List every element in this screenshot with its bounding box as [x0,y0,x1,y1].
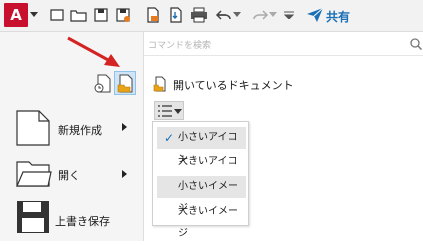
submenu-arrow-icon [122,123,127,131]
menu-item-open-label: 開く [58,169,80,182]
menu-item-new[interactable]: 新規作成 [0,106,143,150]
new-icon[interactable] [47,5,67,25]
quick-access-toolbar: A 共有 [0,0,423,32]
chevron-down-icon [30,12,38,17]
panel-heading: 開いているドキュメント [173,79,294,92]
search-icon[interactable] [410,38,422,50]
menu-item-new-label: 新規作成 [58,124,102,137]
open-icon[interactable] [69,5,89,25]
recent-documents-icon[interactable] [93,72,113,94]
plot-icon[interactable] [189,5,209,25]
new-document-icon [16,110,50,146]
open-documents-heading-icon [153,76,166,92]
menu-item-save-label: 上書き保存 [55,215,110,228]
undo-dropdown-icon[interactable] [232,5,242,25]
menu-item-save[interactable]: 上書き保存 [0,194,143,238]
view-options-menu: ✓ 小さいアイコン 大きいアイコン 小さいイメージ 大きいイメージ [152,121,249,239]
share-icon[interactable] [305,5,325,25]
menu-item-large-icons[interactable]: 大きいアイコン [157,151,246,189]
redo-dropdown-icon[interactable] [268,5,278,25]
chevron-down-icon [174,109,182,114]
search-input[interactable]: コマンドを検索 [148,38,211,51]
view-options-button[interactable] [154,101,184,120]
command-search[interactable]: コマンドを検索 [144,33,423,56]
menu-item-label: 大きいイメージ [178,206,238,239]
app-logo: A [4,3,28,27]
save-icon[interactable] [91,5,111,25]
menu-item-open[interactable]: 開く [0,150,143,194]
folder-icon [16,161,52,187]
menu-item-small-images[interactable]: 小さいイメージ [157,176,246,214]
customize-icon[interactable] [282,5,296,25]
submenu-arrow-icon [122,170,127,178]
import-icon[interactable] [166,5,186,25]
redo-icon[interactable] [250,5,270,25]
menu-item-large-images[interactable]: 大きいイメージ [157,201,246,239]
share-button[interactable]: 共有 [326,8,350,25]
floppy-disk-icon [17,201,49,233]
menu-item-small-icons[interactable]: ✓ 小さいアイコン [157,127,246,165]
list-view-icon [158,105,172,117]
annotation-arrow-icon [67,36,120,67]
undo-icon[interactable] [214,5,234,25]
application-menu-button[interactable]: A [4,3,38,28]
publish-icon[interactable] [143,5,163,25]
check-icon: ✓ [164,131,175,145]
save-as-icon[interactable] [113,5,133,25]
open-documents-icon[interactable] [114,71,136,95]
